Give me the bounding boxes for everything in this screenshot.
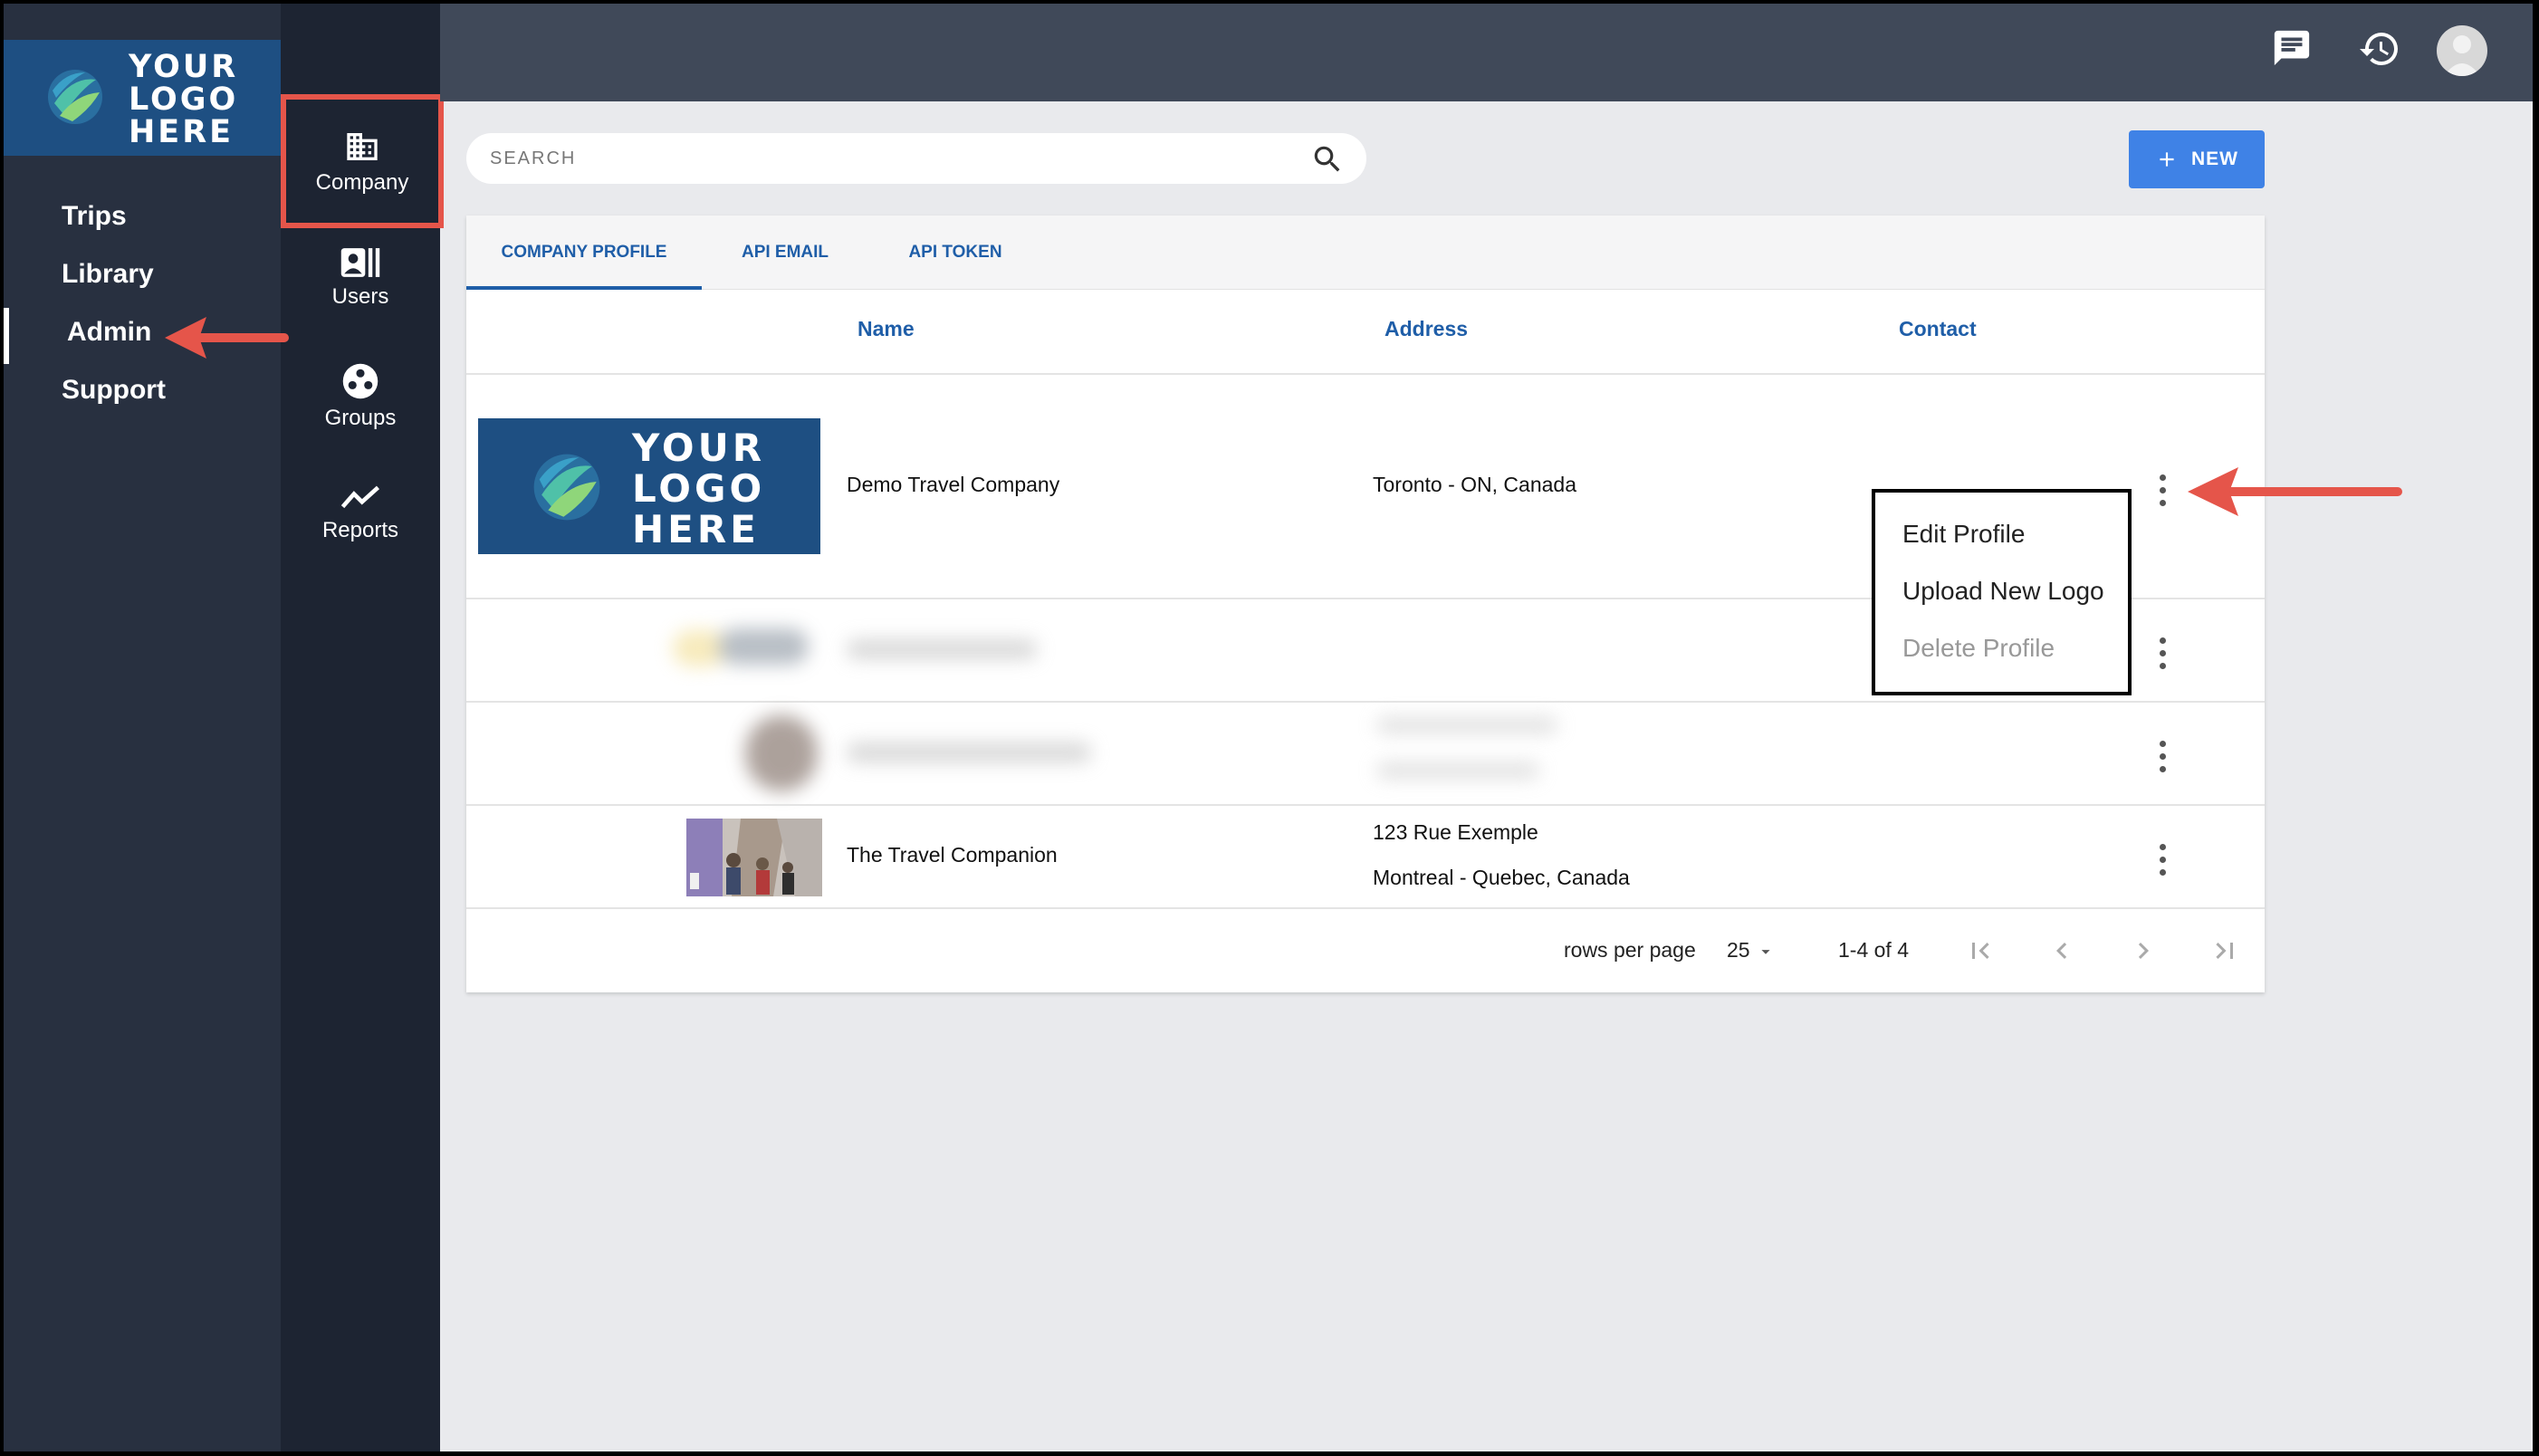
divider bbox=[466, 701, 2265, 703]
logo-text: YOUR LOGO HERE bbox=[632, 427, 765, 550]
blurred-name bbox=[847, 742, 1091, 762]
travel-photo-image bbox=[686, 819, 822, 896]
rail-label: Users bbox=[331, 284, 389, 309]
row-menu-button[interactable] bbox=[2151, 636, 2173, 672]
nav-active-indicator bbox=[4, 308, 9, 364]
previous-page-icon[interactable] bbox=[2046, 934, 2078, 967]
rows-per-page-value: 25 bbox=[1727, 938, 1750, 962]
nav-item-support[interactable]: Support bbox=[62, 375, 166, 406]
menu-item-edit-profile[interactable]: Edit Profile bbox=[1902, 520, 2025, 549]
company-name: Demo Travel Company bbox=[847, 473, 1060, 496]
search-icon[interactable] bbox=[1310, 142, 1345, 177]
row-menu-button[interactable] bbox=[2151, 842, 2173, 878]
history-icon[interactable] bbox=[2358, 27, 2401, 71]
groups-icon bbox=[342, 363, 378, 399]
top-bar bbox=[440, 4, 2533, 101]
search-bar bbox=[466, 133, 1366, 184]
row-context-menu: Edit Profile Upload New Logo Delete Prof… bbox=[1872, 489, 2132, 695]
new-button[interactable]: NEW bbox=[2129, 130, 2265, 188]
admin-subnav: Company Users Groups Reports bbox=[281, 4, 444, 1451]
rows-per-page-label: rows per page bbox=[1564, 938, 1696, 962]
tab-api-token[interactable]: API TOKEN bbox=[883, 216, 1028, 290]
blurred-logo bbox=[673, 616, 818, 679]
app-window: YOUR LOGO HERE Trips Library Admin Suppo… bbox=[4, 4, 2533, 1451]
logo-line: YOUR bbox=[632, 426, 766, 470]
company-address: 123 Rue Exemple bbox=[1373, 820, 1538, 844]
company-address-line2: Montreal - Quebec, Canada bbox=[1373, 866, 1630, 889]
reports-icon bbox=[340, 485, 380, 509]
column-header-address[interactable]: Address bbox=[1384, 317, 1468, 341]
menu-item-delete-profile[interactable]: Delete Profile bbox=[1902, 634, 2055, 663]
search-input[interactable] bbox=[490, 144, 1269, 173]
company-name: The Travel Companion bbox=[847, 843, 1058, 867]
tab-api-email[interactable]: API EMAIL bbox=[722, 216, 848, 290]
users-icon bbox=[340, 248, 380, 277]
pagination-range: 1-4 of 4 bbox=[1838, 938, 1909, 962]
rail-item-groups[interactable]: Groups bbox=[281, 362, 440, 431]
logo-line: LOGO bbox=[632, 466, 766, 511]
pagination-bar: rows per page 25 1-4 of 4 bbox=[466, 909, 2265, 992]
menu-item-upload-logo[interactable]: Upload New Logo bbox=[1902, 577, 2104, 606]
user-silhouette-icon bbox=[2444, 35, 2480, 76]
row-menu-button[interactable] bbox=[2151, 739, 2173, 775]
last-page-icon[interactable] bbox=[2208, 934, 2241, 967]
blurred-name bbox=[847, 639, 1037, 659]
plus-icon bbox=[2160, 152, 2174, 167]
avatar[interactable] bbox=[2437, 25, 2487, 76]
divider bbox=[466, 373, 2265, 375]
rows-per-page-select[interactable]: 25 bbox=[1727, 938, 1776, 963]
blurred-address bbox=[1376, 762, 1539, 779]
new-button-label: NEW bbox=[2191, 148, 2238, 169]
company-logo: YOUR LOGO HERE bbox=[478, 418, 820, 554]
next-page-icon[interactable] bbox=[2127, 934, 2160, 967]
divider bbox=[466, 804, 2265, 806]
rail-label: Groups bbox=[324, 406, 397, 430]
main-sidebar: YOUR LOGO HERE Trips Library Admin Suppo… bbox=[4, 4, 281, 1451]
company-icon bbox=[347, 133, 378, 160]
column-header-contact[interactable]: Contact bbox=[1899, 317, 1977, 341]
logo-line: YOUR bbox=[129, 49, 239, 85]
chat-icon[interactable] bbox=[2271, 27, 2313, 69]
company-address: Toronto - ON, Canada bbox=[1373, 473, 1577, 496]
rail-item-company[interactable]: Company bbox=[281, 94, 444, 228]
rail-item-users[interactable]: Users bbox=[281, 246, 440, 310]
blurred-address bbox=[1376, 717, 1557, 733]
logo-line: HERE bbox=[129, 114, 235, 150]
rail-label: Company bbox=[315, 170, 409, 195]
company-photo bbox=[686, 819, 822, 896]
nav-item-trips[interactable]: Trips bbox=[62, 201, 127, 232]
row-menu-button[interactable] bbox=[2151, 473, 2173, 509]
rail-label: Reports bbox=[321, 518, 399, 542]
globe-icon bbox=[533, 454, 600, 521]
logo-line: LOGO bbox=[129, 81, 239, 118]
logo-text: YOUR LOGO HERE bbox=[129, 51, 238, 148]
globe-icon bbox=[48, 70, 102, 124]
logo-line: HERE bbox=[632, 507, 760, 551]
blurred-logo bbox=[745, 715, 818, 791]
nav-item-admin[interactable]: Admin bbox=[67, 317, 151, 348]
tab-company-profile[interactable]: COMPANY PROFILE bbox=[466, 216, 702, 290]
nav-item-library[interactable]: Library bbox=[62, 259, 154, 290]
brand-logo: YOUR LOGO HERE bbox=[4, 40, 281, 156]
first-page-icon[interactable] bbox=[1964, 934, 1997, 967]
caret-down-icon bbox=[1761, 950, 1770, 954]
column-header-name[interactable]: Name bbox=[858, 317, 915, 341]
rail-item-reports[interactable]: Reports bbox=[281, 482, 440, 543]
tab-bar: COMPANY PROFILE API EMAIL API TOKEN bbox=[466, 216, 2265, 290]
